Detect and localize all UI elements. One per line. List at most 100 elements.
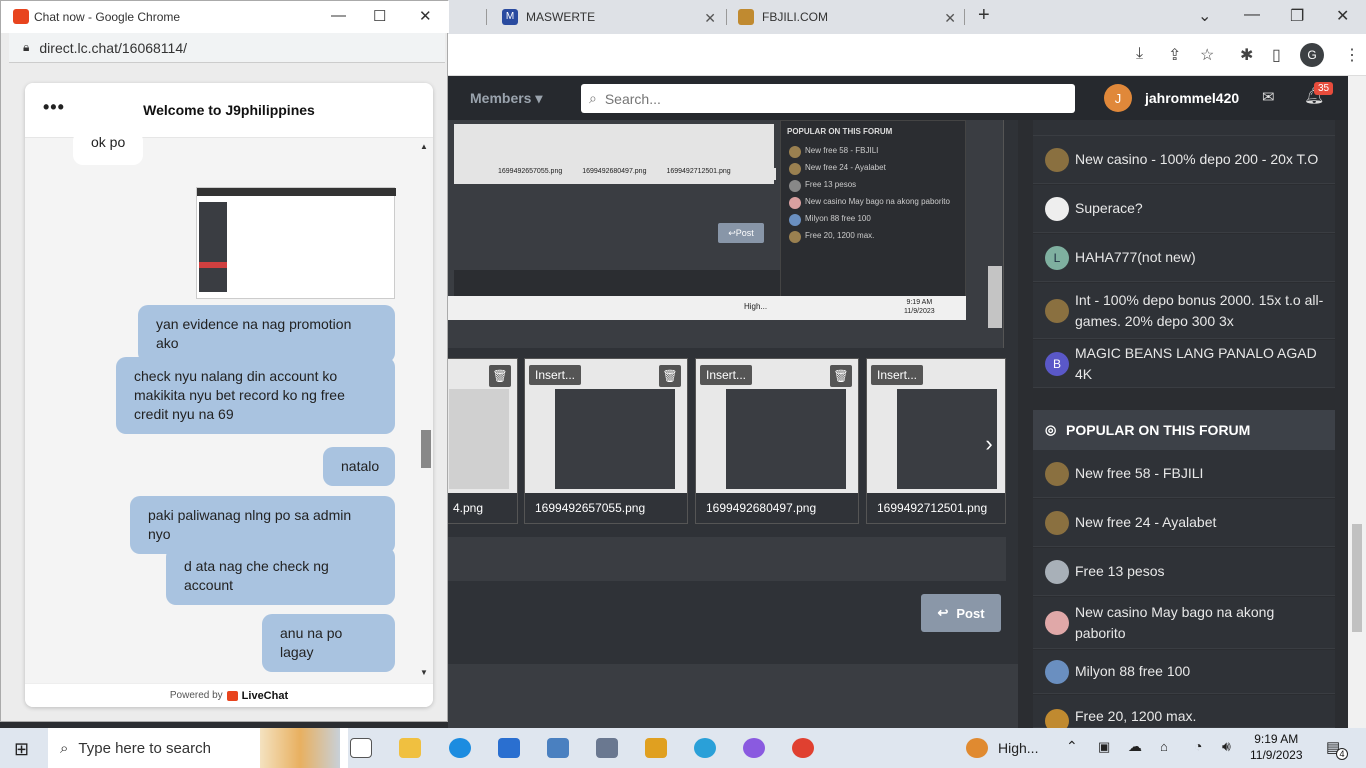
taskbar-search[interactable]: ⌕ Type here to search [48,728,348,768]
close-tab-icon[interactable]: ✕ [704,10,716,27]
restore-icon[interactable]: ❐ [1290,6,1304,26]
close-window-icon[interactable]: ✕ [419,7,432,25]
screenshot-popular-item: Free 13 pesos [781,176,965,193]
bookmark-star-icon[interactable]: ☆ [1200,45,1214,65]
chat-scrollbar[interactable]: ▲ ▼ [417,138,433,683]
search-box[interactable]: ⌕ [581,84,1075,113]
post-button[interactable]: ↩ Post [921,594,1001,632]
thumb-image [555,389,675,489]
user-avatar[interactable]: J [1104,84,1132,112]
chat-titlebar: Chat now - Google Chrome — ☐ ✕ [1,1,449,33]
lock-icon: 🔒︎ [23,40,30,54]
avatar [1045,659,1069,684]
popular-thread-item[interactable]: Free 13 pesos [1033,548,1335,596]
file-name: 1699492657055.png [498,168,563,175]
latest-thread-item[interactable]: L HAHA777(not new) [1033,234,1335,282]
next-arrow-icon[interactable]: › [974,424,1004,464]
popular-thread-item[interactable]: New free 24 - Ayalabet [1033,499,1335,547]
search-input[interactable] [604,90,1045,107]
latest-thread-item[interactable]: Superace? [1033,185,1335,233]
popular-thread-item[interactable]: Milyon 88 free 100 [1033,650,1335,694]
chat-scrollbar-thumb[interactable] [421,430,431,468]
dropbox-icon[interactable] [547,738,569,758]
extensions-icon[interactable]: ✱ [1240,45,1253,65]
page-scrollbar-thumb[interactable] [1352,524,1362,632]
taskbar-clock[interactable]: 9:19 AM 11/9/2023 [1250,731,1303,763]
image-attachment[interactable] [196,187,396,299]
telegram-icon[interactable] [694,738,716,758]
new-tab-button[interactable]: + [978,4,990,27]
chrome-icon[interactable] [792,738,814,758]
date: 11/9/2023 [904,308,935,315]
windows-start-icon[interactable]: ⊞ [14,739,29,760]
members-label: Members [470,90,532,106]
side-panel-icon[interactable]: ▯ [1272,45,1281,65]
avatar [1045,196,1069,221]
popular-thread-item[interactable]: Free 20, 1200 max. [1033,695,1335,733]
item-title: New casino May bago na akong paborito [805,197,950,206]
thread-title: Free 13 pesos [1075,563,1165,579]
delete-icon[interactable]: 🗑︎ [659,365,681,387]
chevron-up-icon[interactable]: ⌃ [1066,738,1078,755]
insert-button[interactable]: Insert... [871,365,924,385]
close-tab-icon[interactable]: ✕ [944,10,956,27]
edge-icon[interactable] [449,738,471,758]
share-icon[interactable]: ⇪ [1168,45,1181,65]
screenshot-clock: 9:19 AM 11/9/2023 [904,298,935,316]
delete-icon[interactable]: 🗑︎ [489,365,511,387]
thread-title: New casino May bago na akong paborito [1075,603,1275,641]
tab-search-icon[interactable]: ⌄ [1198,6,1211,26]
install-icon[interactable]: ⤓ [1136,45,1143,63]
thumb-image [449,389,509,489]
screenshot-popular-title: POPULAR ON THIS FORUM [787,127,893,136]
attachment-thumb[interactable]: Insert... 🗑︎ 1699492657055.png [524,358,688,524]
members-nav-link[interactable]: Members ▾ [470,90,542,107]
weather-label[interactable]: High... [998,740,1038,756]
chat-url-bar[interactable]: 🔒︎ direct.lc.chat/16068114/ [9,33,445,63]
scroll-up-icon[interactable]: ▲ [420,142,428,151]
onedrive-icon[interactable]: ☁ [1128,738,1142,755]
volume-icon[interactable]: 🔊︎ [1222,738,1231,755]
popular-thread-item[interactable]: New free 58 - FBJILI [1033,450,1335,498]
store-icon[interactable] [498,738,520,758]
username-link[interactable]: jahrommel420 [1145,90,1239,106]
avatar [1045,461,1069,486]
lakers-app-icon[interactable] [645,738,667,758]
network-icon[interactable]: ⌂ [1160,739,1168,754]
latest-thread-item[interactable]: Int - 100% depo bonus 2000. 15x t.o all-… [1033,283,1335,339]
avatar: L [1045,245,1069,270]
inbox-icon[interactable]: ✉ [1262,88,1275,106]
chat-bubble-icon [13,9,29,24]
task-view-icon[interactable] [350,738,372,758]
messenger-icon[interactable] [743,738,765,758]
clock-date: 11/9/2023 [1250,748,1303,762]
delete-icon[interactable]: 🗑︎ [830,365,852,387]
app-icon[interactable] [596,738,618,758]
reply-icon: ↩ [937,605,949,620]
livechat-brand[interactable]: LiveChat [242,690,288,702]
wifi-icon[interactable]: ◔ [1194,738,1202,754]
tab-fbjili[interactable]: FBJILI.COM ✕ [728,0,964,34]
post-label: Post [956,605,985,621]
insert-button[interactable]: Insert... [529,365,582,385]
menu-kebab-icon[interactable]: ⋮ [1344,45,1360,65]
attachment-thumb[interactable]: Insert... 🗑︎ 1699492680497.png [695,358,859,524]
minimize-icon[interactable]: — [331,7,346,24]
tab-maswerte[interactable]: M MASWERTE ✕ [490,0,724,34]
file-explorer-icon[interactable] [399,738,421,758]
profile-avatar[interactable]: G [1300,43,1324,67]
image-highlight [199,262,227,268]
insert-button[interactable]: Insert... [700,365,753,385]
popular-thread-item[interactable]: New casino May bago na akong paborito [1033,597,1335,649]
close-window-icon[interactable]: ✕ [1336,6,1349,26]
latest-thread-item[interactable]: B MAGIC BEANS LANG PANALO AGAD 4K [1033,340,1335,388]
scroll-down-icon[interactable]: ▼ [420,668,428,677]
minimize-icon[interactable]: — [1244,6,1260,24]
search-icon: ⌕ [60,739,69,757]
tab-label: FBJILI.COM [762,10,829,24]
maximize-icon[interactable]: ☐ [373,7,386,25]
latest-thread-item[interactable]: New casino - 100% depo 200 - 20x T.O [1033,136,1335,184]
screenshot-weather: High... [744,302,768,311]
avatar [789,214,801,226]
tray-app-icon[interactable]: ▣ [1098,739,1110,755]
